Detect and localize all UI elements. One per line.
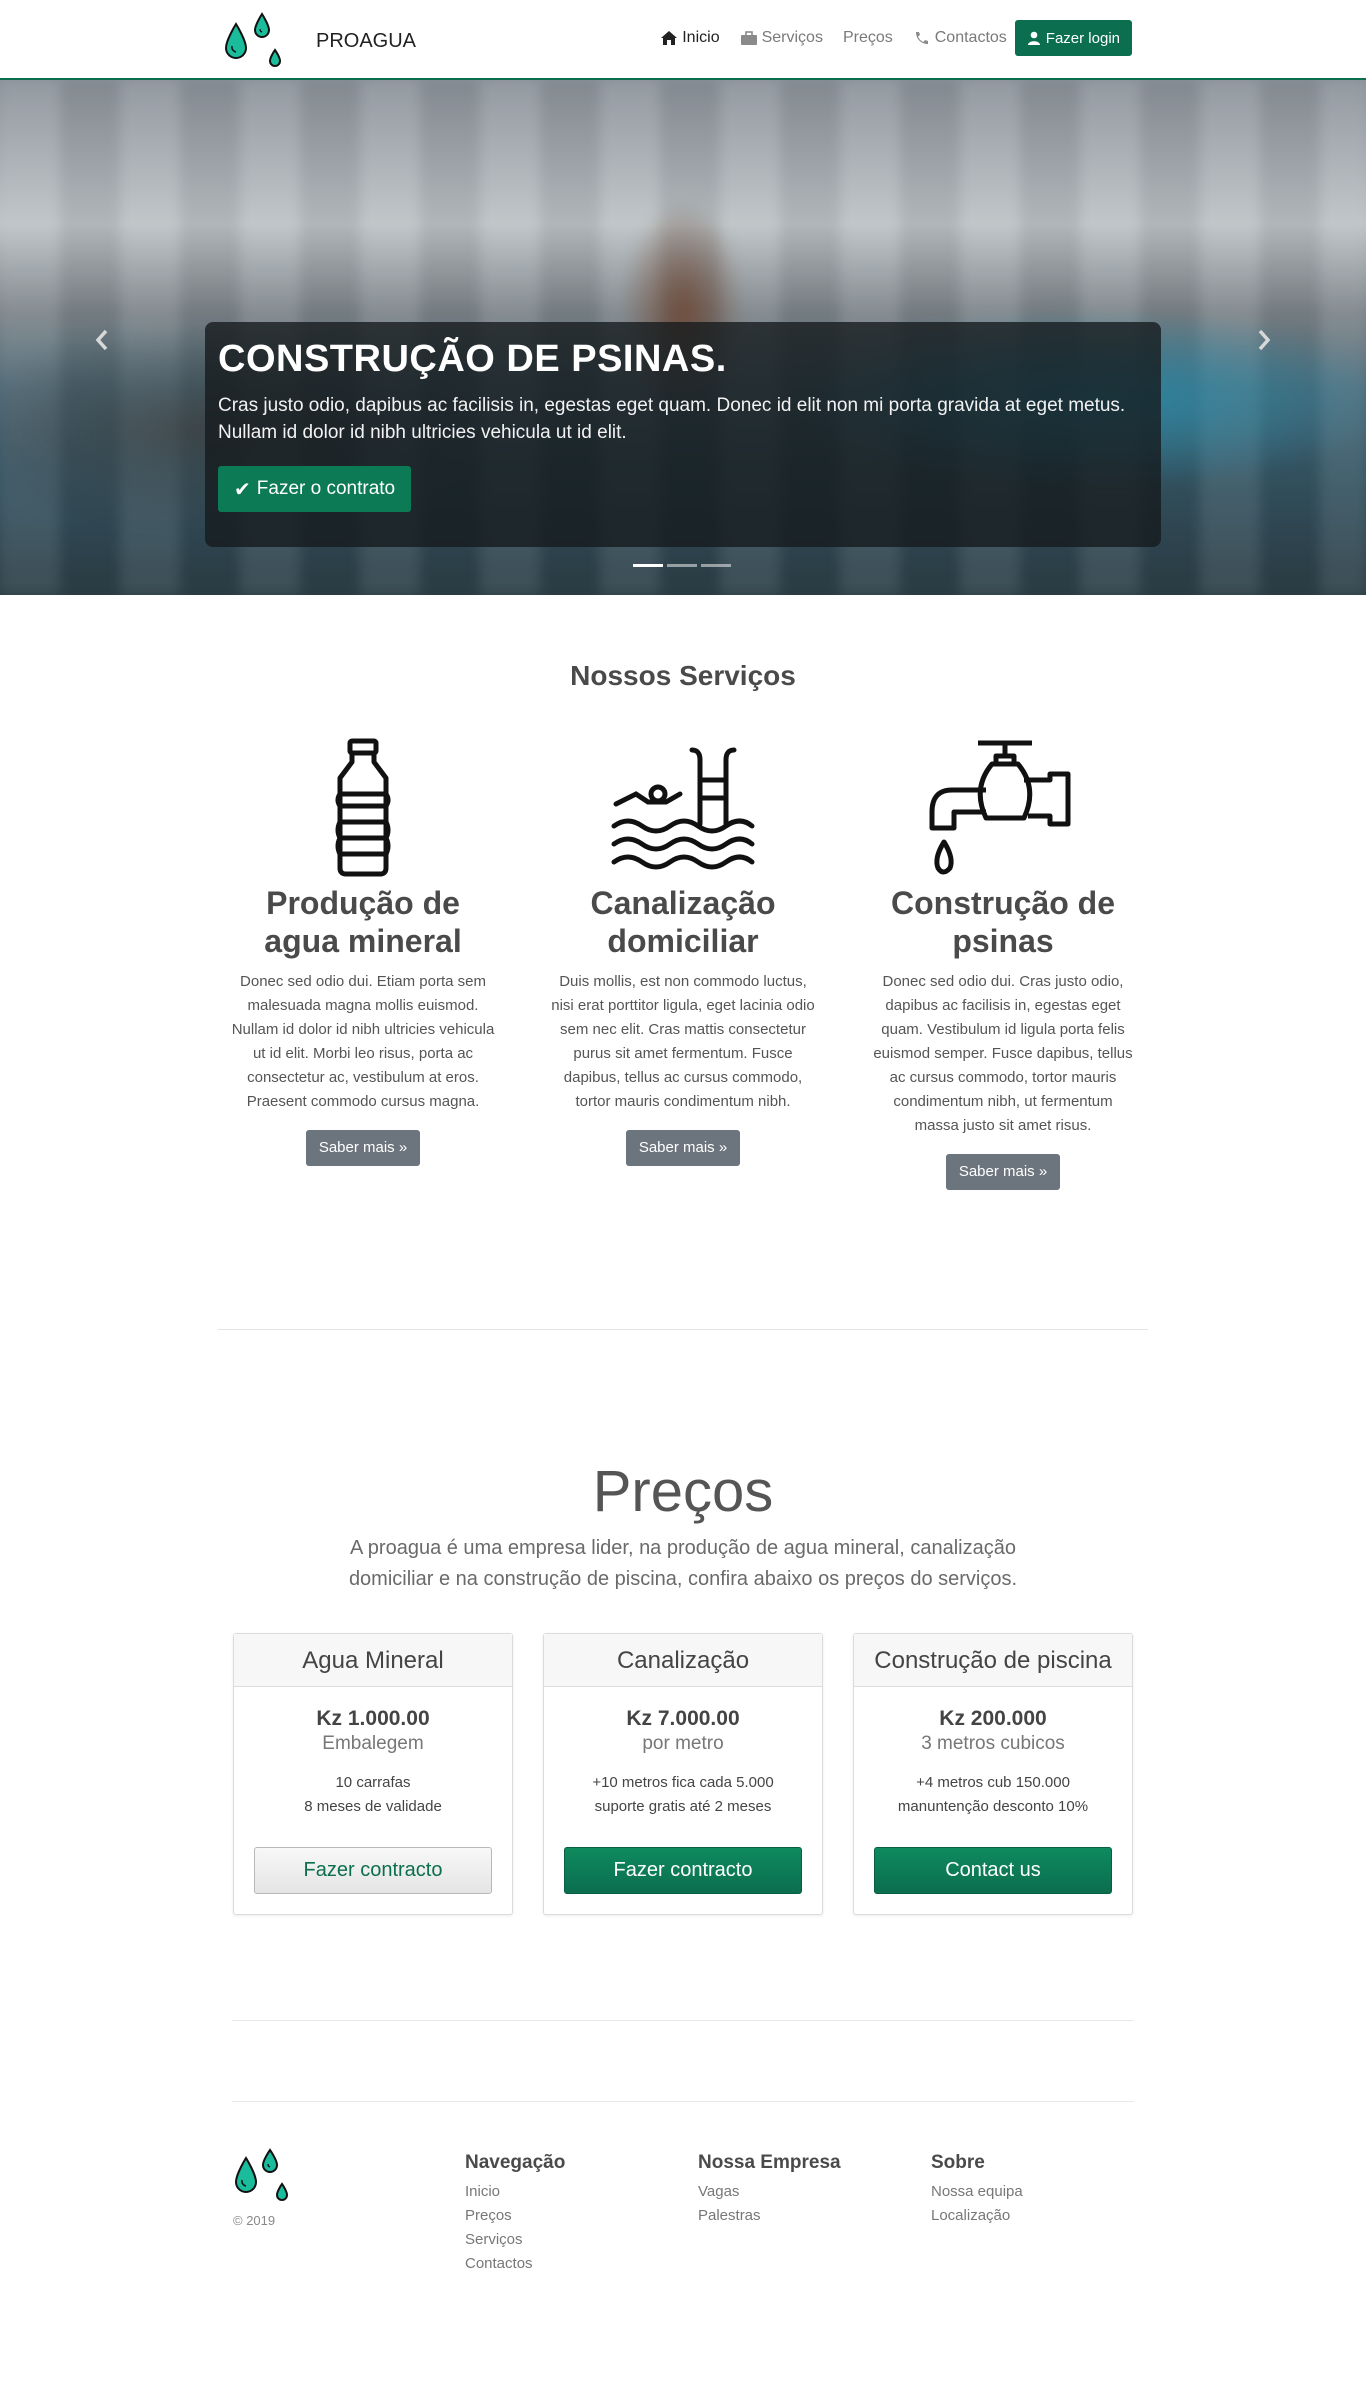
- pricing-card-title: Construção de piscina: [854, 1634, 1132, 1687]
- carousel-prev-button[interactable]: [87, 325, 117, 355]
- nav-item-contactos[interactable]: Contactos: [913, 29, 1007, 47]
- contract-button-label: Fazer o contrato: [256, 478, 396, 499]
- pricing-card-features: +4 metros cub 150.000 manuntenção descon…: [854, 1771, 1132, 1819]
- pricing-card-feature: +10 metros fica cada 5.000: [592, 1774, 774, 1791]
- contract-button[interactable]: Fazer contracto: [564, 1847, 802, 1894]
- pricing-card-feature: +4 metros cub 150.000: [916, 1774, 1070, 1791]
- check-icon: ✔: [234, 478, 251, 501]
- learn-more-button[interactable]: Saber mais »: [945, 1154, 1061, 1190]
- pricing-card-feature: 8 meses de validade: [304, 1798, 442, 1815]
- pricing-card-unit: Embalegem: [322, 1733, 424, 1754]
- nav-item-label: Preços: [842, 29, 893, 46]
- footer-column-sobre: Sobre Nossa equipa Localização: [931, 2152, 1023, 2228]
- swimming-pool-icon: [611, 747, 755, 870]
- service-title: Produção de agua mineral: [264, 885, 462, 959]
- footer-link[interactable]: Preços: [465, 2204, 565, 2228]
- pricing-card-unit: por metro: [642, 1733, 724, 1754]
- footer-column-empresa: Nossa Empresa Vagas Palestras: [698, 2152, 841, 2228]
- pricing-card: Construção de piscina Kz 200.000 3 metro…: [853, 1633, 1133, 1915]
- learn-more-button[interactable]: Saber mais »: [305, 1130, 421, 1166]
- pricing-card-features: +10 metros fica cada 5.000 suporte grati…: [544, 1771, 822, 1819]
- pricing-card-price: Kz 7.000.00: [626, 1707, 740, 1730]
- footer-link[interactable]: Vagas: [698, 2180, 841, 2204]
- footer-link[interactable]: Inicio: [465, 2180, 565, 2204]
- pricing-card: Canalização Kz 7.000.00 por metro +10 me…: [543, 1633, 823, 1915]
- service-text: Duis mollis, est non commodo luctus, nis…: [551, 973, 815, 1110]
- nav-item-servicos[interactable]: Serviços: [740, 29, 823, 47]
- nav-item-label: Contactos: [934, 29, 1007, 46]
- prices-lead: A proagua é uma empresa lider, na produç…: [348, 1537, 1018, 1590]
- pricing-card-feature: manuntenção desconto 10%: [897, 1798, 1089, 1815]
- pricing-card-features: 10 carrafas 8 meses de validade: [234, 1771, 512, 1819]
- footer-column-navegacao: Navegação Inicio Preços Serviços Contact…: [465, 2152, 565, 2276]
- pricing-card-unit: 3 metros cubicos: [921, 1733, 1065, 1754]
- navbar: PROAGUA Inicio Serviços Preços Contactos…: [0, 0, 1366, 80]
- pricing-card-title: Canalização: [544, 1634, 822, 1687]
- pricing-card-feature: 10 carrafas: [335, 1774, 411, 1791]
- chevron-right-icon: [1258, 329, 1271, 351]
- service-card: Produção de agua mineral Donec sed odio …: [228, 738, 498, 1166]
- chevron-left-icon: [95, 329, 108, 351]
- service-text: Donec sed odio dui. Cras justo odio, dap…: [873, 973, 1133, 1134]
- footer-column-title: Nossa Empresa: [698, 2152, 841, 2173]
- nav-item-label: Serviços: [761, 29, 823, 46]
- nav-item-label: Inicio: [682, 29, 720, 46]
- pricing-card-feature: suporte gratis até 2 meses: [594, 1798, 772, 1815]
- nav-item-inicio[interactable]: Inicio: [660, 29, 720, 47]
- footer-link[interactable]: Serviços: [465, 2228, 565, 2252]
- water-bottle-icon: [335, 738, 391, 877]
- service-icon-wrap: [548, 738, 818, 878]
- phone-icon: [915, 32, 928, 44]
- service-card: Canalização domiciliar Duis mollis, est …: [548, 738, 818, 1166]
- carousel-indicator[interactable]: [701, 564, 731, 567]
- login-button[interactable]: Fazer login: [1014, 20, 1132, 56]
- service-icon-wrap: [868, 738, 1138, 878]
- hero-text: Cras justo odio, dapibus ac facilisis in…: [218, 395, 1126, 443]
- pricing-card-price: Kz 1.000.00: [316, 1707, 430, 1730]
- footer-link[interactable]: Palestras: [698, 2204, 841, 2228]
- briefcase-icon: [740, 31, 757, 45]
- carousel-indicators: [631, 564, 733, 567]
- contract-button[interactable]: Fazer contracto: [254, 1847, 492, 1894]
- footer-link[interactable]: Contactos: [465, 2252, 565, 2276]
- hero-carousel: CONSTRUÇÃO DE PSINAS. Cras justo odio, d…: [0, 80, 1366, 595]
- footer-column-title: Navegação: [465, 2152, 566, 2173]
- brand[interactable]: PROAGUA: [220, 12, 416, 70]
- pricing-card: Agua Mineral Kz 1.000.00 Embalegem 10 ca…: [233, 1633, 513, 1915]
- main-nav: Inicio Serviços Preços Contactos Fazer l…: [640, 20, 1132, 56]
- user-icon: [1027, 31, 1040, 45]
- home-icon: [661, 31, 678, 45]
- water-drops-logo-icon: [224, 12, 282, 67]
- footer-link[interactable]: Nossa equipa: [931, 2180, 1023, 2204]
- footer-divider: [232, 2101, 1134, 2102]
- brand-name: PROAGUA: [316, 29, 417, 52]
- footer-link[interactable]: Localização: [931, 2204, 1023, 2228]
- carousel-indicator[interactable]: [633, 564, 663, 567]
- hero-caption: CONSTRUÇÃO DE PSINAS. Cras justo odio, d…: [205, 322, 1161, 547]
- carousel-indicator[interactable]: [667, 564, 697, 567]
- service-icon-wrap: [228, 738, 498, 878]
- water-tap-icon: [929, 740, 1071, 875]
- learn-more-button[interactable]: Saber mais »: [625, 1130, 741, 1166]
- water-drops-logo-icon: [234, 2148, 289, 2201]
- login-label: Fazer login: [1045, 29, 1120, 47]
- prices-title: Preços: [592, 1459, 774, 1524]
- section-divider: [232, 2020, 1134, 2021]
- contract-button[interactable]: ✔ Fazer o contrato: [218, 466, 412, 512]
- nav-item-precos[interactable]: Preços: [843, 29, 893, 47]
- footer-column-title: Sobre: [931, 2152, 985, 2173]
- service-title: Canalização domiciliar: [590, 885, 776, 959]
- service-text: Donec sed odio dui. Etiam porta sem male…: [231, 973, 495, 1110]
- copyright: © 2019: [233, 2213, 276, 2228]
- hero-title: CONSTRUÇÃO DE PSINAS.: [218, 338, 727, 380]
- service-card: Construção de psinas Donec sed odio dui.…: [868, 738, 1138, 1190]
- section-divider: [218, 1329, 1148, 1330]
- pricing-card-price: Kz 200.000: [939, 1707, 1047, 1730]
- services-title: Nossos Serviços: [570, 660, 796, 691]
- carousel-next-button[interactable]: [1249, 325, 1279, 355]
- service-title: Construção de psinas: [890, 885, 1116, 959]
- pricing-card-title: Agua Mineral: [234, 1634, 512, 1687]
- contact-us-button[interactable]: Contact us: [874, 1847, 1112, 1894]
